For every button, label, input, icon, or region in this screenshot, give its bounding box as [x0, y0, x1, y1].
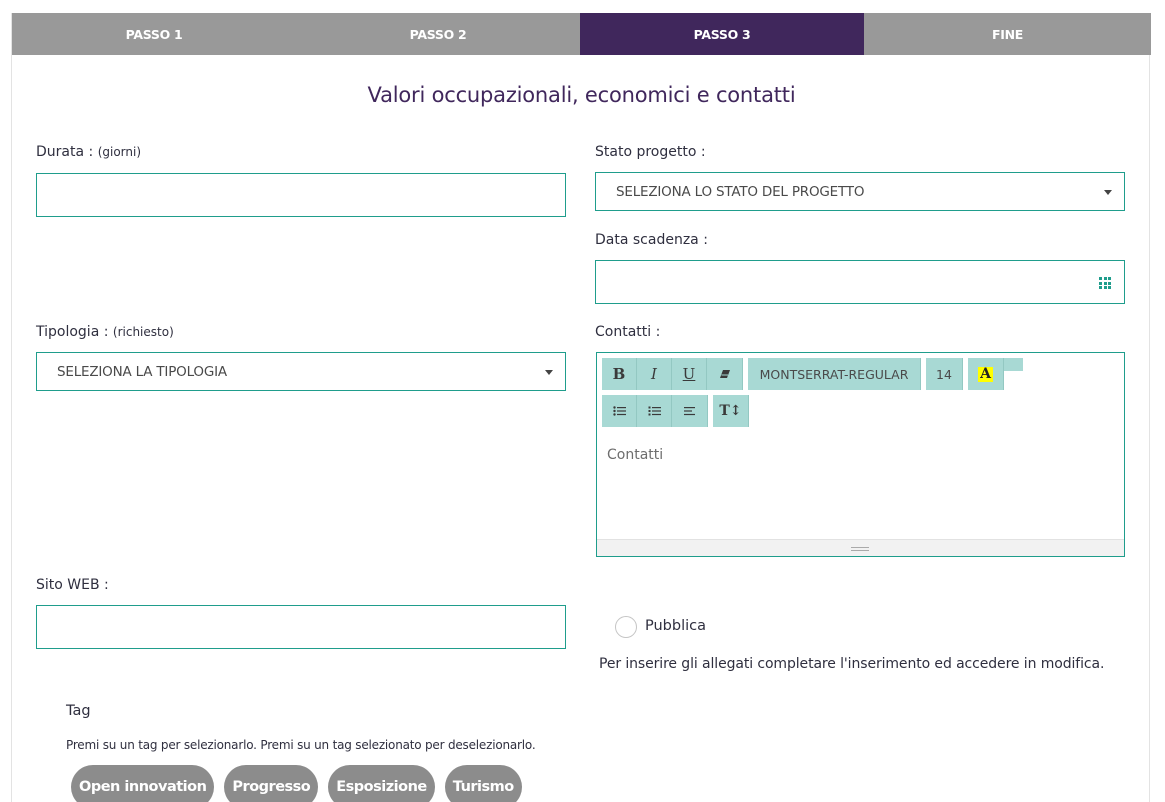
caret-down-icon	[545, 370, 553, 375]
tipologia-selected: SELEZIONA LA TIPOLOGIA	[57, 363, 227, 380]
tag-list: Open innovation Progresso Esposizione Tu…	[71, 765, 522, 802]
durata-hint: (giorni)	[97, 145, 142, 159]
color-dropdown-toggle[interactable]	[1004, 358, 1023, 371]
tag-open-innovation[interactable]: Open innovation	[71, 765, 215, 802]
durata-label: Durata : (giorni)	[36, 144, 141, 160]
tipologia-select[interactable]: SELEZIONA LA TIPOLOGIA	[36, 352, 566, 391]
editor-resize-bar[interactable]	[597, 539, 1124, 556]
durata-input[interactable]	[36, 173, 566, 217]
step-passo-2[interactable]: PASSO 2	[296, 13, 580, 55]
data-scadenza-label: Data scadenza :	[595, 232, 708, 248]
bullet-list-button[interactable]	[602, 395, 637, 427]
tipologia-label: Tipologia : (richiesto)	[36, 324, 174, 340]
resize-handle-icon	[851, 547, 869, 551]
step-label: PASSO 1	[125, 26, 183, 42]
sito-web-input[interactable]	[36, 605, 566, 649]
wizard-panel: PASSO 1 PASSO 2 PASSO 3 FINE Valori occu…	[11, 13, 1151, 802]
tag-turismo[interactable]: Turismo	[444, 765, 522, 802]
text-color-icon: A	[978, 365, 993, 382]
calendar-grid-icon[interactable]	[1099, 277, 1111, 289]
font-size-dropdown[interactable]: 14	[926, 358, 963, 390]
durata-label-text: Durata :	[36, 144, 94, 160]
tag-esposizione[interactable]: Esposizione	[328, 765, 435, 802]
tag-help-text: Premi su un tag per selezionarlo. Premi …	[66, 738, 536, 752]
contatti-label: Contatti :	[595, 324, 661, 340]
bullet-list-icon	[612, 406, 626, 416]
wizard-steps: PASSO 1 PASSO 2 PASSO 3 FINE	[12, 13, 1151, 55]
contatti-placeholder: Contatti	[607, 447, 664, 463]
stato-progetto-select[interactable]: SELEZIONA LO STATO DEL PROGETTO	[595, 172, 1125, 211]
allegati-note: Per inserire gli allegati completare l'i…	[599, 656, 1105, 672]
align-icon	[683, 407, 695, 416]
pubblica-radio[interactable]	[615, 616, 637, 638]
contatti-editor[interactable]: B I U MONTSERRAT-REGULAR 14 A T↕ Contatt…	[596, 352, 1125, 557]
eraser-button[interactable]	[707, 358, 743, 390]
step-passo-3[interactable]: PASSO 3	[580, 13, 864, 55]
align-button[interactable]	[672, 395, 708, 427]
text-color-button[interactable]: A	[968, 358, 1004, 390]
pubblica-label[interactable]: Pubblica	[645, 618, 706, 634]
step-label: PASSO 2	[409, 26, 467, 42]
step-label: PASSO 3	[693, 26, 751, 42]
step-passo-1[interactable]: PASSO 1	[12, 13, 296, 55]
stato-progetto-label: Stato progetto :	[595, 144, 706, 160]
tag-progresso[interactable]: Progresso	[224, 765, 319, 802]
step-fine[interactable]: FINE	[864, 13, 1151, 55]
tipologia-label-text: Tipologia :	[36, 324, 109, 340]
tipologia-hint: (richiesto)	[112, 325, 174, 339]
page-title: Valori occupazionali, economici e contat…	[367, 83, 796, 107]
underline-button[interactable]: U	[672, 358, 707, 390]
step-label: FINE	[992, 26, 1023, 42]
bold-button[interactable]: B	[602, 358, 637, 390]
stato-progetto-selected: SELEZIONA LO STATO DEL PROGETTO	[616, 183, 865, 200]
italic-button[interactable]: I	[637, 358, 672, 390]
caret-down-icon	[1104, 190, 1112, 195]
numbered-list-icon	[648, 406, 661, 416]
font-family-dropdown[interactable]: MONTSERRAT-REGULAR	[748, 358, 921, 390]
sito-web-label: Sito WEB :	[36, 577, 109, 593]
numbered-list-button[interactable]	[637, 395, 672, 427]
line-height-button[interactable]: T↕	[713, 395, 749, 427]
eraser-icon	[719, 370, 730, 378]
tag-section-title: Tag	[66, 703, 91, 719]
data-scadenza-input[interactable]	[595, 260, 1125, 304]
